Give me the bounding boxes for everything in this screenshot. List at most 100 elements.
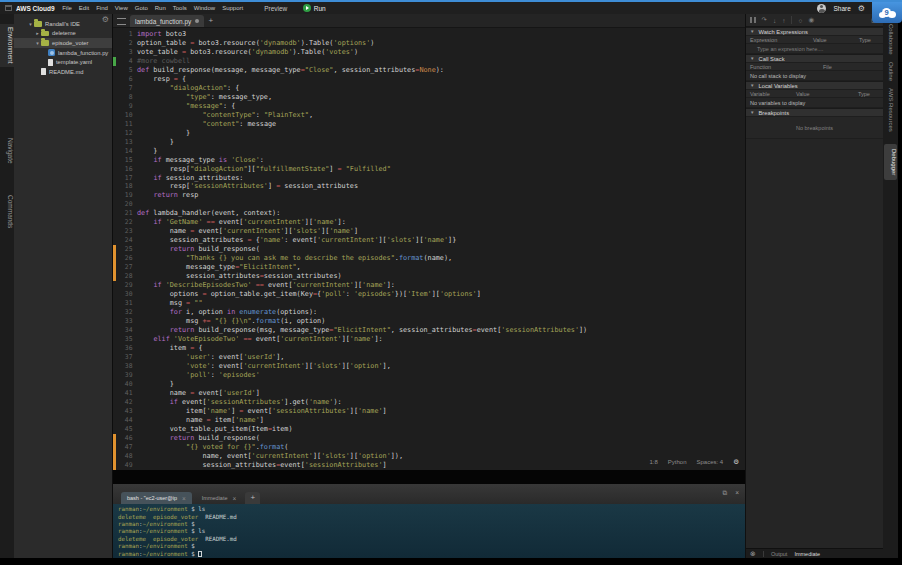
column-header[interactable]: Function bbox=[750, 64, 771, 70]
menu-support[interactable]: Support bbox=[219, 5, 247, 11]
toggle-breakpoints-icon[interactable]: ○ bbox=[798, 17, 802, 24]
console-tab-immediate[interactable]: Immediate bbox=[794, 551, 820, 557]
line-number[interactable]: 32 bbox=[113, 308, 133, 317]
terminal-output[interactable]: ranman:~/environment $ lsdeleteme episod… bbox=[113, 504, 745, 558]
line-number[interactable]: 30 bbox=[113, 290, 133, 299]
left-tab-commands[interactable]: Commands bbox=[0, 192, 14, 231]
tree-right-arrow-icon[interactable]: ▸ bbox=[34, 30, 41, 36]
line-number[interactable]: 42 bbox=[113, 398, 133, 407]
line-number[interactable]: 18 bbox=[113, 182, 133, 191]
preview-button[interactable]: Preview bbox=[261, 5, 291, 12]
line-number[interactable]: 31 bbox=[113, 299, 133, 308]
step-over-icon[interactable]: ↷ bbox=[762, 16, 767, 24]
line-number[interactable]: 21 bbox=[113, 209, 133, 218]
line-number[interactable]: 22 bbox=[113, 218, 133, 227]
step-into-icon[interactable]: ↓ bbox=[773, 17, 776, 24]
collapse-arrow-icon[interactable]: ▼ bbox=[750, 83, 754, 88]
menu-goto[interactable]: Goto bbox=[131, 5, 151, 11]
editor-settings-gear-icon[interactable]: ⚙ bbox=[733, 458, 739, 466]
tree-item-lambda-function-py[interactable]: lambda_function.py bbox=[14, 48, 112, 58]
menu-run[interactable]: Run bbox=[151, 5, 169, 11]
line-number[interactable]: 41 bbox=[113, 389, 133, 398]
line-number[interactable]: 40 bbox=[113, 380, 133, 389]
tree-item-template-yaml[interactable]: template.yaml bbox=[14, 57, 112, 67]
column-header[interactable]: File bbox=[823, 64, 832, 70]
new-terminal-tab-button[interactable]: + bbox=[245, 492, 260, 504]
terminal-close-icon[interactable]: × bbox=[735, 489, 739, 497]
terminal-tab-bash[interactable]: bash - "ec2-user@ip× bbox=[121, 492, 192, 504]
line-number[interactable]: 44 bbox=[113, 416, 133, 425]
line-number[interactable]: 9 bbox=[113, 102, 133, 111]
menu-file[interactable]: File bbox=[59, 5, 76, 11]
collapse-arrow-icon[interactable]: ▼ bbox=[750, 29, 754, 34]
language-mode[interactable]: Python bbox=[668, 459, 687, 465]
line-number[interactable]: 11 bbox=[113, 120, 133, 129]
line-number[interactable]: 16 bbox=[113, 165, 133, 174]
tree-down-arrow-icon[interactable]: ▾ bbox=[34, 40, 41, 46]
step-out-icon[interactable]: ↑ bbox=[782, 17, 785, 24]
tree-item-episode-voter[interactable]: ▾episode_voter bbox=[14, 38, 112, 48]
line-number[interactable]: 13 bbox=[113, 138, 133, 147]
line-number[interactable]: 15 bbox=[113, 156, 133, 165]
line-number[interactable]: 23 bbox=[113, 227, 133, 236]
left-tab-environment[interactable]: Environment bbox=[0, 24, 14, 67]
settings-gear-icon[interactable]: ⚙ bbox=[858, 4, 865, 13]
section-header-local-variables[interactable]: ▼Local Variables bbox=[746, 81, 883, 90]
tree-settings-gear-icon[interactable]: ⚙ bbox=[102, 15, 109, 24]
menu-find[interactable]: Find bbox=[93, 5, 112, 11]
column-header[interactable]: Type bbox=[858, 91, 870, 97]
column-header[interactable]: Variable bbox=[750, 91, 770, 97]
line-number[interactable]: 36 bbox=[113, 344, 133, 353]
editor-list-icon[interactable] bbox=[117, 18, 126, 25]
menu-edit[interactable]: Edit bbox=[75, 5, 92, 11]
left-tab-navigate[interactable]: Navigate bbox=[0, 135, 14, 167]
line-number[interactable]: 2 bbox=[113, 39, 133, 48]
line-number[interactable]: 39 bbox=[113, 371, 133, 380]
line-number[interactable]: 19 bbox=[113, 191, 133, 200]
right-tab-aws-resources[interactable]: AWS Resources bbox=[888, 86, 894, 134]
console-close-icon[interactable]: ⊗ bbox=[750, 550, 756, 558]
line-number[interactable]: 34 bbox=[113, 326, 133, 335]
column-header[interactable]: Value bbox=[796, 91, 810, 97]
line-number[interactable]: 20 bbox=[113, 200, 133, 209]
menu-view[interactable]: View bbox=[111, 5, 131, 11]
line-number[interactable]: 35 bbox=[113, 335, 133, 344]
window-icon[interactable] bbox=[5, 5, 12, 11]
tree-down-arrow-icon[interactable]: ▾ bbox=[27, 21, 34, 27]
line-number[interactable]: 5 bbox=[113, 66, 133, 75]
line-number[interactable]: 12 bbox=[113, 129, 133, 138]
pause-icon[interactable] bbox=[750, 17, 756, 23]
line-number[interactable]: 1 bbox=[113, 30, 133, 39]
line-number[interactable]: 33 bbox=[113, 317, 133, 326]
run-button[interactable]: Run bbox=[303, 4, 326, 12]
line-number[interactable]: 38 bbox=[113, 362, 133, 371]
collapse-arrow-icon[interactable]: ▼ bbox=[750, 56, 754, 61]
line-number[interactable]: 8 bbox=[113, 93, 133, 102]
menu-window[interactable]: Window bbox=[190, 5, 218, 11]
tree-item-readme-md[interactable]: README.md bbox=[14, 67, 112, 77]
line-number[interactable]: 7 bbox=[113, 84, 133, 93]
tree-item-deleteme[interactable]: ▸deleteme bbox=[14, 29, 112, 39]
section-header-call-stack[interactable]: ▼Call Stack bbox=[746, 54, 883, 63]
section-header-watch-expressions[interactable]: ▼Watch Expressions bbox=[746, 27, 883, 36]
column-header[interactable]: Value bbox=[813, 37, 827, 43]
line-number[interactable]: 14 bbox=[113, 147, 133, 156]
line-number[interactable]: 3 bbox=[113, 48, 133, 57]
tab-close-icon[interactable]: × bbox=[182, 495, 186, 502]
avatar[interactable] bbox=[817, 4, 826, 13]
editor-tab[interactable]: lambda_function.py bbox=[130, 15, 204, 27]
spaces-setting[interactable]: Spaces: 4 bbox=[696, 459, 723, 465]
terminal-maximize-icon[interactable]: ⧉ bbox=[723, 489, 728, 497]
right-tab-debugger[interactable]: Debugger bbox=[884, 144, 897, 180]
line-number[interactable]: 37 bbox=[113, 353, 133, 362]
column-header[interactable]: Expression bbox=[750, 37, 777, 43]
line-number[interactable]: 6 bbox=[113, 75, 133, 84]
line-number[interactable]: 29 bbox=[113, 281, 133, 290]
column-header[interactable]: Type bbox=[859, 37, 871, 43]
editor-hscroll-area[interactable] bbox=[113, 470, 745, 484]
tree-item-randall-s-ide[interactable]: ▾Randall's IDE bbox=[14, 19, 112, 29]
section-content[interactable]: Type an expression here.... bbox=[746, 44, 883, 54]
cloud9-logo-tab[interactable]: 9 bbox=[872, 2, 902, 23]
cursor-position[interactable]: 1:8 bbox=[649, 459, 657, 465]
line-number[interactable]: 24 bbox=[113, 236, 133, 245]
